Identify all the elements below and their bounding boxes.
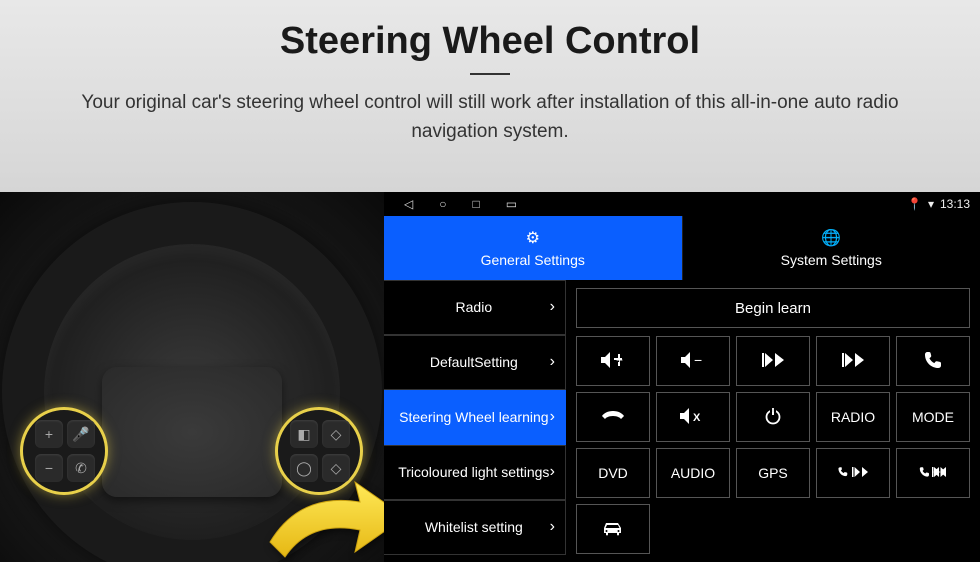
tab-system-settings[interactable]: 🌐 System Settings bbox=[683, 216, 980, 280]
begin-learn-button[interactable]: Begin learn bbox=[576, 288, 970, 328]
chevron-right-icon: › bbox=[550, 298, 555, 316]
car-icon bbox=[601, 520, 625, 539]
clock-text: 13:13 bbox=[940, 197, 970, 211]
button-label: RADIO bbox=[831, 409, 875, 425]
phone-icon bbox=[924, 351, 942, 372]
hangup-icon bbox=[602, 409, 624, 426]
nav-home-icon[interactable]: ○ bbox=[439, 197, 446, 211]
sidebar-item-steering-wheel[interactable]: Steering Wheel learning › bbox=[384, 390, 566, 445]
steering-wheel-photo: + 🎤 − ✆ ◧ ◇ ◯ ◇ bbox=[0, 192, 384, 562]
chevron-right-icon: › bbox=[550, 353, 555, 371]
volume-up-icon: + bbox=[601, 351, 625, 372]
gear-icon: ⚙ bbox=[526, 228, 540, 248]
page-title: Steering Wheel Control bbox=[40, 20, 940, 63]
sidebar-item-default[interactable]: DefaultSetting › bbox=[384, 335, 566, 390]
title-divider bbox=[470, 73, 510, 75]
audio-button[interactable]: AUDIO bbox=[656, 448, 730, 498]
android-status-bar: ◁ ○ □ ▭ 📍 ▾ 13:13 bbox=[384, 192, 980, 216]
mute-button[interactable]: X bbox=[656, 392, 730, 442]
gps-button[interactable]: GPS bbox=[736, 448, 810, 498]
sidebar-item-tricoloured-light[interactable]: Tricoloured light settings › bbox=[384, 445, 566, 500]
gps-icon: 📍 bbox=[907, 197, 922, 211]
button-label: DVD bbox=[598, 465, 628, 481]
chevron-right-icon: › bbox=[550, 408, 555, 426]
button-label: Begin learn bbox=[735, 300, 811, 317]
system-icon: 🌐 bbox=[821, 228, 841, 248]
car-button[interactable] bbox=[576, 504, 650, 554]
sidebar-item-label: DefaultSetting bbox=[398, 354, 550, 370]
volume-up-button[interactable]: + bbox=[576, 336, 650, 386]
dvd-button[interactable]: DVD bbox=[576, 448, 650, 498]
button-label: AUDIO bbox=[671, 465, 715, 481]
media-icon: ◧ bbox=[290, 420, 318, 448]
mute-icon: X bbox=[680, 407, 706, 428]
nav-recent-icon[interactable]: □ bbox=[472, 197, 479, 211]
sidebar-item-label: Steering Wheel learning bbox=[398, 409, 550, 425]
radio-button[interactable]: RADIO bbox=[816, 392, 890, 442]
power-icon bbox=[764, 407, 782, 428]
volume-down-icon: − bbox=[681, 351, 705, 372]
previous-icon bbox=[762, 353, 784, 370]
tab-label: System Settings bbox=[781, 252, 882, 268]
page-subtitle: Your original car's steering wheel contr… bbox=[40, 89, 940, 146]
nav-screenshot-icon[interactable]: ▭ bbox=[506, 197, 517, 211]
learning-panel: Begin learn + − bbox=[566, 280, 980, 562]
next-icon bbox=[842, 353, 864, 370]
wifi-icon: ▾ bbox=[928, 197, 934, 211]
phone-answer-button[interactable] bbox=[896, 336, 970, 386]
svg-text:+: + bbox=[616, 353, 623, 367]
next-track-button[interactable] bbox=[816, 336, 890, 386]
tab-general-settings[interactable]: ⚙ General Settings bbox=[384, 216, 682, 280]
volume-down-button[interactable]: − bbox=[656, 336, 730, 386]
device-screen: ◁ ○ □ ▭ 📍 ▾ 13:13 ⚙ General Settings 🌐 S… bbox=[384, 192, 980, 562]
sidebar-item-label: Radio bbox=[398, 299, 550, 315]
phone-previous-button[interactable] bbox=[816, 448, 890, 498]
previous-track-button[interactable] bbox=[736, 336, 810, 386]
tab-label: General Settings bbox=[481, 252, 585, 268]
phone-hangup-button[interactable] bbox=[576, 392, 650, 442]
plus-icon: + bbox=[35, 420, 63, 448]
chevron-right-icon: › bbox=[550, 518, 555, 536]
callout-arrow-icon bbox=[260, 472, 384, 562]
nav-up-icon: ◇ bbox=[322, 420, 350, 448]
sidebar-item-radio[interactable]: Radio › bbox=[384, 280, 566, 335]
phone-next-icon bbox=[918, 465, 948, 482]
voice-icon: 🎤 bbox=[67, 420, 95, 448]
phone-next-button[interactable] bbox=[896, 448, 970, 498]
nav-back-icon[interactable]: ◁ bbox=[404, 197, 413, 211]
wheel-pod-left: + 🎤 − ✆ bbox=[20, 407, 108, 495]
power-button[interactable] bbox=[736, 392, 810, 442]
mode-button[interactable]: MODE bbox=[896, 392, 970, 442]
phone-icon: ✆ bbox=[67, 454, 95, 482]
settings-sidebar: Radio › DefaultSetting › Steering Wheel … bbox=[384, 280, 566, 562]
sidebar-item-label: Tricoloured light settings bbox=[398, 464, 550, 480]
button-label: MODE bbox=[912, 409, 954, 425]
svg-text:−: − bbox=[694, 352, 702, 368]
sidebar-item-whitelist[interactable]: Whitelist setting › bbox=[384, 500, 566, 555]
sidebar-item-label: Whitelist setting bbox=[398, 519, 550, 535]
phone-prev-icon bbox=[838, 465, 868, 482]
chevron-right-icon: › bbox=[550, 463, 555, 481]
button-label: GPS bbox=[758, 465, 788, 481]
minus-icon: − bbox=[35, 454, 63, 482]
svg-text:X: X bbox=[693, 412, 701, 424]
